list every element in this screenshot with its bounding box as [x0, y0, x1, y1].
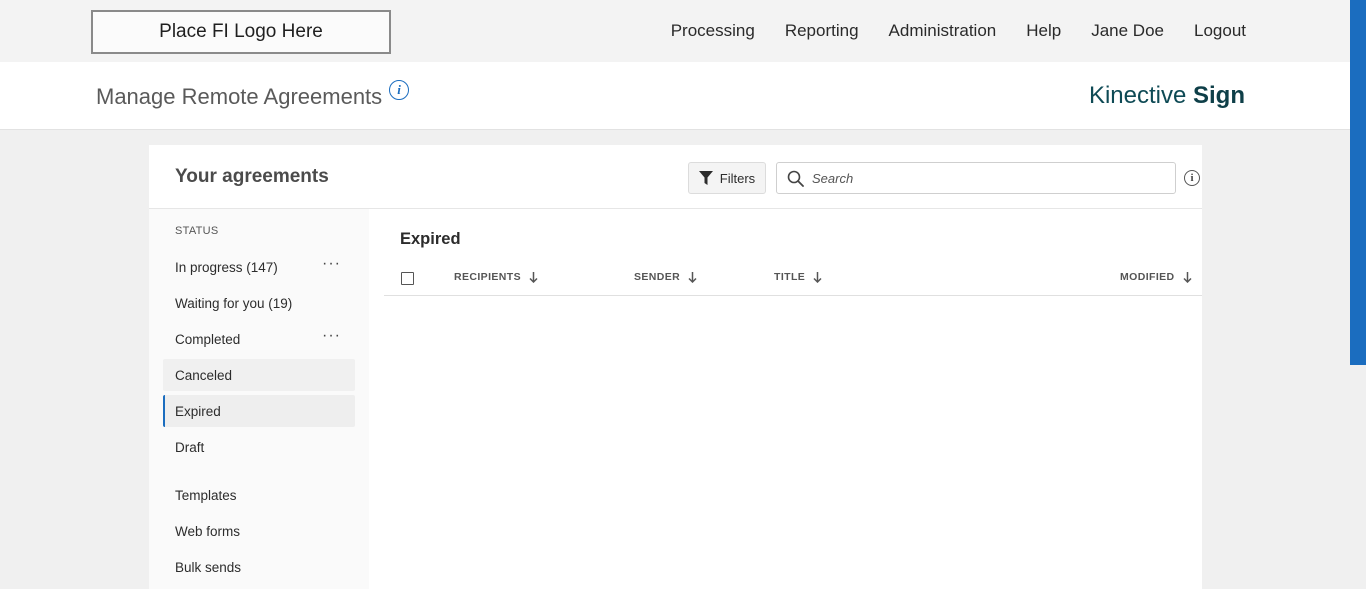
nav-administration[interactable]: Administration: [889, 21, 997, 41]
column-label: TITLE: [774, 271, 806, 283]
column-header-sender[interactable]: SENDER: [634, 271, 697, 283]
column-header-recipients[interactable]: RECIPIENTS: [454, 271, 538, 283]
sidebar-item-waiting-for-you[interactable]: Waiting for you (19): [163, 287, 355, 319]
page-header: Manage Remote Agreements i Kinective Sig…: [0, 62, 1350, 130]
content-title: Expired: [400, 230, 461, 248]
brand-regular: Kinective: [1088, 82, 1187, 109]
brand-bold: Sign: [1193, 82, 1245, 109]
sort-down-arrow-icon: [1183, 271, 1192, 283]
sidebar-item-expired[interactable]: Expired: [163, 395, 355, 427]
search-info-icon[interactable]: i: [1184, 170, 1200, 186]
sidebar-item-draft[interactable]: Draft: [163, 431, 355, 463]
fi-logo-placeholder[interactable]: Place FI Logo Here: [91, 10, 391, 54]
sidebar-item-web-forms[interactable]: Web forms: [163, 515, 355, 547]
sidebar-item-completed[interactable]: Completed ···: [163, 323, 355, 355]
status-label: STATUS: [175, 225, 219, 237]
more-options-icon[interactable]: ···: [322, 256, 341, 272]
sidebar-item-bulk-sends[interactable]: Bulk sends: [163, 551, 355, 583]
sidebar-item-label: Web forms: [175, 523, 241, 539]
top-nav: Processing Reporting Administration Help…: [671, 0, 1246, 62]
brand-logo: Kinective Sign: [1089, 82, 1245, 110]
sidebar-item-label: Completed: [175, 331, 241, 347]
sidebar-item-label: Draft: [175, 439, 205, 455]
column-label: RECIPIENTS: [454, 271, 522, 283]
column-label: SENDER: [634, 271, 681, 283]
select-all-checkbox[interactable]: [401, 272, 414, 285]
sort-down-arrow-icon: [813, 271, 822, 283]
column-header-modified[interactable]: MODIFIED: [1120, 271, 1192, 283]
page-scrollbar-track[interactable]: [1350, 0, 1366, 589]
agreements-panel: Your agreements Filters i STATUS In prog…: [149, 145, 1202, 589]
filters-button[interactable]: Filters: [688, 162, 766, 194]
sidebar-item-templates[interactable]: Templates: [163, 479, 355, 511]
sidebar-item-label: In progress (147): [175, 259, 278, 275]
sort-down-arrow-icon: [529, 271, 538, 283]
page-title: Manage Remote Agreements: [96, 84, 383, 109]
status-sidebar: STATUS In progress (147) ··· Waiting for…: [149, 209, 369, 589]
table-header: RECIPIENTS SENDER TITLE MODIFIED: [384, 263, 1202, 296]
filter-icon: [698, 170, 713, 185]
sort-down-arrow-icon: [688, 271, 697, 283]
page-scrollbar-thumb[interactable]: [1350, 0, 1366, 365]
search-box[interactable]: [776, 162, 1176, 194]
panel-title: Your agreements: [175, 166, 329, 187]
top-navigation-bar: Place FI Logo Here Processing Reporting …: [0, 0, 1350, 62]
search-icon: [787, 170, 804, 187]
sidebar-item-in-progress[interactable]: In progress (147) ···: [163, 251, 355, 283]
panel-header: Your agreements Filters i: [149, 145, 1202, 209]
more-options-icon[interactable]: ···: [322, 328, 341, 344]
sidebar-item-label: Expired: [175, 403, 221, 419]
sidebar-item-label: Bulk sends: [175, 559, 242, 575]
nav-logout[interactable]: Logout: [1194, 21, 1246, 41]
sidebar-item-label: Canceled: [175, 367, 233, 383]
page-info-icon[interactable]: i: [389, 80, 409, 100]
column-header-title[interactable]: TITLE: [774, 271, 822, 283]
filters-label: Filters: [719, 170, 756, 186]
nav-user-name[interactable]: Jane Doe: [1091, 21, 1164, 41]
nav-processing[interactable]: Processing: [671, 21, 755, 41]
nav-help[interactable]: Help: [1026, 21, 1061, 41]
search-input[interactable]: [812, 170, 1152, 186]
sidebar-item-label: Templates: [175, 487, 237, 503]
column-label: MODIFIED: [1120, 271, 1175, 283]
sidebar-item-label: Waiting for you (19): [175, 295, 293, 311]
nav-reporting[interactable]: Reporting: [785, 21, 859, 41]
sidebar-item-canceled[interactable]: Canceled: [163, 359, 355, 391]
